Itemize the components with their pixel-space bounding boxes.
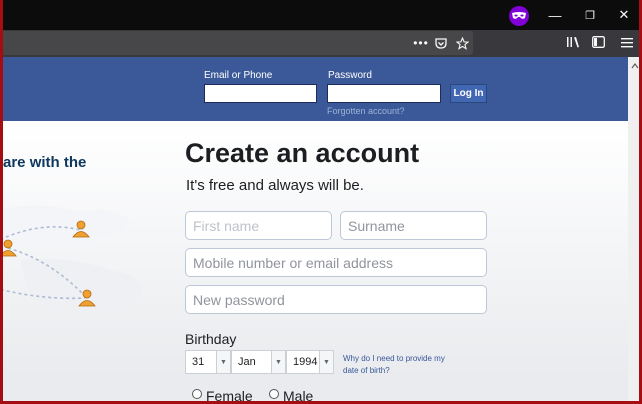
login-email-input[interactable] [204,84,317,103]
first-name-input[interactable]: First name [185,211,332,240]
password-label: Password [328,70,372,81]
new-password-input[interactable]: New password [185,285,487,314]
login-button[interactable]: Log In [450,84,487,103]
birthday-month-select[interactable]: Jan ▼ [231,350,286,374]
nav-toolbar: ••• [3,30,639,57]
chevron-down-icon: ▼ [271,351,285,373]
page-title: Create an account [185,138,420,168]
forgotten-account-link[interactable]: Forgotten account? [327,106,405,116]
mobile-or-email-input[interactable]: Mobile number or email address [185,248,487,277]
why-birthday-link[interactable]: Why do I need to provide my date of birt… [343,353,458,377]
day-value: 31 [192,356,205,368]
connect-tagline: are with the [3,154,87,171]
mask-icon [512,12,526,19]
title-bar: — ❐ ✕ [3,0,639,30]
minimize-button[interactable]: — [538,0,572,30]
login-password-input[interactable] [327,84,441,103]
radio-button[interactable] [192,389,202,399]
hamburger-menu-icon[interactable] [619,30,635,54]
email-label: Email or Phone [204,70,273,81]
surname-input[interactable]: Surname [340,211,487,240]
library-icon[interactable] [565,30,581,54]
close-button[interactable]: ✕ [607,0,639,30]
female-label: Female [206,388,253,404]
birthday-day-select[interactable]: 31 ▼ [185,350,231,374]
dots-icon[interactable]: ••• [411,31,431,55]
world-map-illustration [0,205,142,309]
page-subtitle: It's free and always will be. [186,177,364,194]
gender-male-option[interactable]: Male [269,388,313,404]
chevron-down-icon: ▼ [319,351,333,373]
male-label: Male [283,388,314,404]
pocket-icon[interactable] [433,31,449,55]
radio-button[interactable] [269,389,279,399]
scroll-up-arrow-icon[interactable] [631,59,639,73]
month-value: Jan [238,356,256,368]
star-icon[interactable] [454,31,470,55]
gender-female-option[interactable]: Female [192,388,253,404]
private-browsing-icon [509,6,529,26]
sidebar-icon[interactable] [590,30,606,54]
chevron-down-icon: ▼ [216,351,230,373]
restore-button[interactable]: ❐ [573,0,607,30]
url-bar[interactable]: ••• [3,31,473,55]
vertical-scrollbar[interactable] [628,57,642,404]
year-value: 1994 [293,356,318,368]
birthday-year-select[interactable]: 1994 ▼ [286,350,334,374]
page-header [0,57,636,121]
birthday-label: Birthday [185,331,237,347]
